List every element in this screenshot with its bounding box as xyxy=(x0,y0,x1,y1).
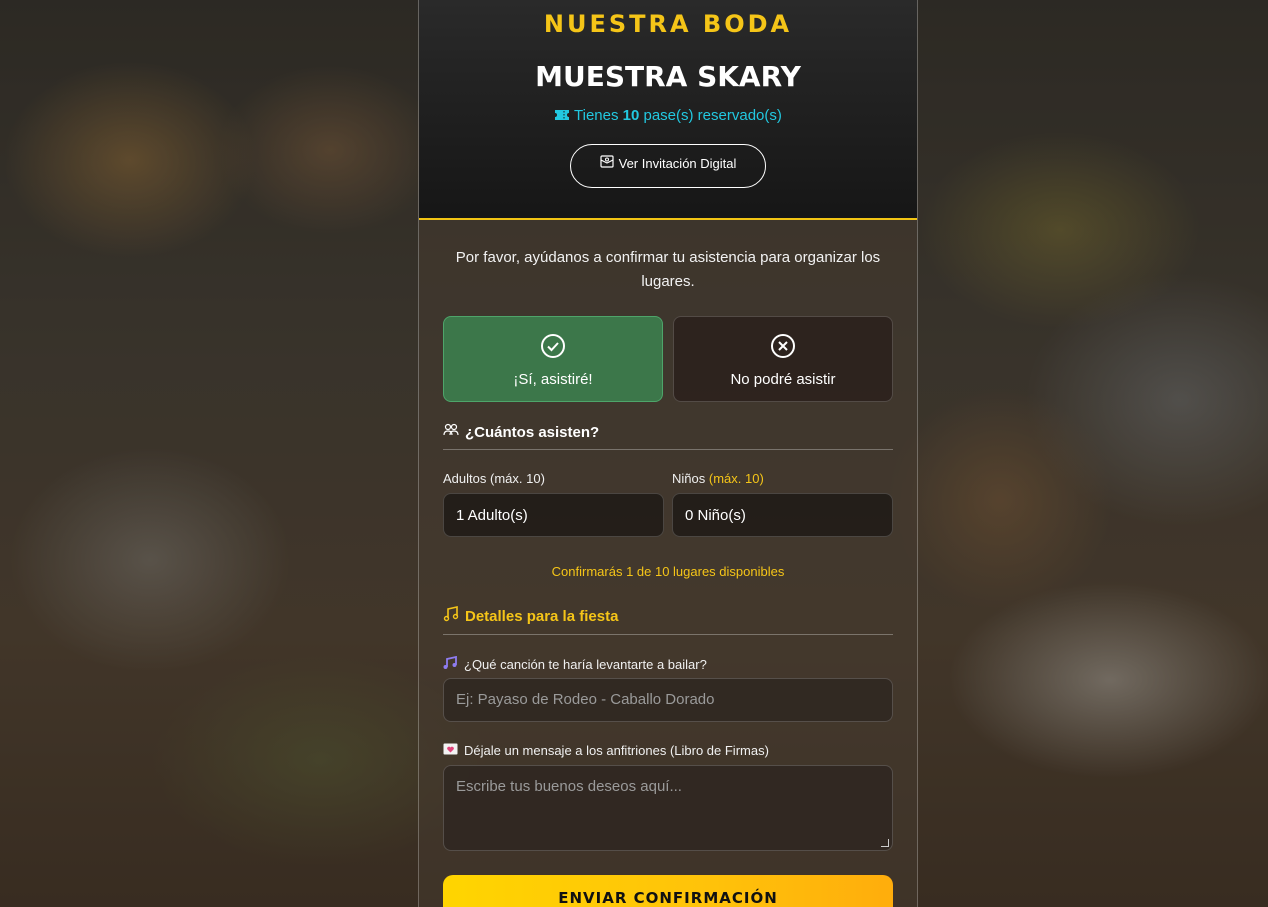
ticket-icon xyxy=(554,108,570,125)
song-input[interactable]: Ej: Payaso de Rodeo - Caballo Dorado xyxy=(443,678,893,722)
message-label-text: Déjale un mensaje a los anfitriones (Lib… xyxy=(464,743,769,758)
passes-suffix: pase(s) reservado(s) xyxy=(643,107,782,124)
intro-text: Por favor, ayúdanos a confirmar tu asist… xyxy=(455,249,881,290)
attend-no-label: No podré asistir xyxy=(730,371,836,388)
attend-yes-button[interactable]: ¡Sí, asistiré! xyxy=(443,316,663,402)
people-icon xyxy=(443,423,459,441)
x-circle-icon xyxy=(674,333,892,359)
adults-label: Adultos (máx. 10) xyxy=(443,471,545,486)
passes-count: 10 xyxy=(622,107,640,124)
music-notes-icon xyxy=(443,655,458,673)
rsvp-card: NUESTRA BODA MUESTRA SKARY Tienes 10 pas… xyxy=(418,0,918,907)
attendance-title: ¿Cuántos asisten? xyxy=(465,423,600,441)
view-invitation-button[interactable]: Ver Invitación Digital xyxy=(570,144,766,188)
party-section-title: Detalles para la fiesta xyxy=(443,606,893,635)
attend-yes-label: ¡Sí, asistiré! xyxy=(513,371,593,388)
passes-info: Tienes 10 pase(s) reservado(s) xyxy=(419,107,917,125)
seats-confirm-note: Confirmarás 1 de 10 lugares disponibles xyxy=(551,564,785,579)
children-label-text: Niños xyxy=(672,471,706,486)
message-placeholder: Escribe tus buenos deseos aquí... xyxy=(456,778,682,795)
submit-confirmation-button[interactable]: ENVIAR CONFIRMACIÓN xyxy=(443,875,893,907)
wedding-kicker: NUESTRA BODA xyxy=(543,10,793,38)
message-textarea[interactable]: Escribe tus buenos deseos aquí... xyxy=(443,765,893,851)
guest-name: MUESTRA SKARY xyxy=(535,60,801,93)
card-header: NUESTRA BODA MUESTRA SKARY Tienes 10 pas… xyxy=(419,0,917,220)
check-circle-icon xyxy=(444,333,662,359)
song-label-text: ¿Qué canción te haría levantarte a baila… xyxy=(464,657,707,672)
form-body: Por favor, ayúdanos a confirmar tu asist… xyxy=(419,220,917,907)
adults-select[interactable]: 1 Adulto(s) xyxy=(443,493,664,537)
attendance-section-title: ¿Cuántos asisten? xyxy=(443,423,893,450)
children-select[interactable]: 0 Niño(s) xyxy=(672,493,893,537)
children-max: (máx. 10) xyxy=(708,471,764,486)
song-label: ¿Qué canción te haría levantarte a baila… xyxy=(443,655,707,673)
passes-prefix: Tienes xyxy=(574,107,619,124)
adults-label-text: Adultos xyxy=(443,471,487,486)
adults-max: (máx. 10) xyxy=(490,471,545,486)
envelope-icon xyxy=(600,155,614,171)
music-note-icon xyxy=(443,606,459,626)
message-label: Déjale un mensaje a los anfitriones (Lib… xyxy=(443,743,769,758)
heart-letter-icon xyxy=(443,743,458,758)
attend-no-button[interactable]: No podré asistir xyxy=(673,316,893,402)
view-invitation-label: Ver Invitación Digital xyxy=(618,155,737,171)
resize-handle-icon[interactable] xyxy=(881,839,889,847)
party-title: Detalles para la fiesta xyxy=(465,607,619,625)
children-label: Niños (máx. 10) xyxy=(672,471,764,486)
